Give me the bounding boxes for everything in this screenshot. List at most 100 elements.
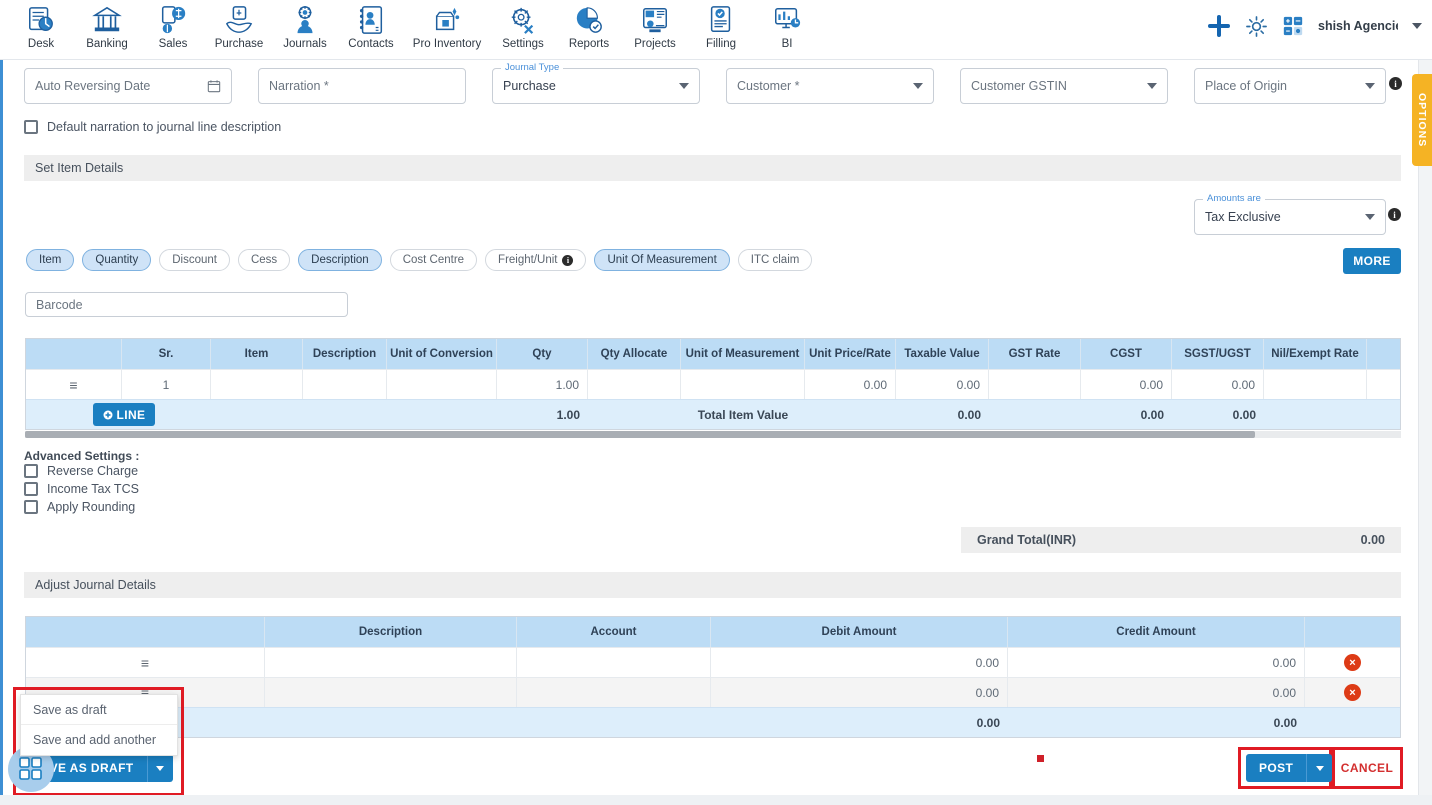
menu-item-label: Save and add another <box>33 733 157 747</box>
place-of-origin-info-icon[interactable]: i <box>1389 77 1402 90</box>
chevron-down-icon <box>1147 83 1157 89</box>
chip-freight-per-unit[interactable]: Freight/Unit i <box>485 249 587 271</box>
nav-item-journals[interactable]: Journals <box>272 0 338 50</box>
options-side-tab[interactable]: OPTIONS <box>1412 74 1432 166</box>
add-button[interactable] <box>1207 14 1231 38</box>
cell-debit[interactable]: 0.00 <box>711 677 1008 707</box>
inventory-icon <box>435 7 460 31</box>
income-tax-tcs-checkbox[interactable] <box>24 482 38 496</box>
barcode-input[interactable]: Barcode <box>25 292 348 317</box>
chevron-down-icon <box>1365 83 1375 89</box>
apply-rounding-row[interactable]: Apply Rounding <box>24 500 135 514</box>
cell-account[interactable] <box>517 677 711 707</box>
nav-item-desk[interactable]: Desk <box>8 0 74 50</box>
chip-unit-of-measurement[interactable]: Unit Of Measurement <box>594 249 730 271</box>
place-of-origin-select[interactable]: Place of Origin <box>1194 68 1386 104</box>
more-button[interactable]: MORE <box>1343 248 1401 274</box>
cell-item[interactable] <box>211 369 303 399</box>
chip-description[interactable]: Description <box>298 249 382 271</box>
default-narration-checkbox[interactable] <box>24 120 38 134</box>
remove-row-button[interactable]: × <box>1344 654 1361 671</box>
cell-description[interactable] <box>303 369 387 399</box>
settings-icon <box>511 7 534 34</box>
item-table-row[interactable]: ≡ 1 1.00 0.00 0.00 0.00 0.00 <box>26 369 1400 399</box>
cell-qty[interactable]: 1.00 <box>497 369 588 399</box>
chip-itc-claim[interactable]: ITC claim <box>737 249 813 271</box>
journal-col-account: Account <box>517 617 711 647</box>
cell-description[interactable] <box>265 677 517 707</box>
nav-item-bi[interactable]: BI <box>754 0 820 50</box>
income-tax-tcs-row[interactable]: Income Tax TCS <box>24 482 139 496</box>
customer-gstin-select[interactable]: Customer GSTIN <box>960 68 1168 104</box>
chip-quantity[interactable]: Quantity <box>82 249 152 271</box>
calendar-icon[interactable] <box>207 79 221 93</box>
apply-rounding-label: Apply Rounding <box>47 500 136 514</box>
nav-item-pro-inventory[interactable]: Pro Inventory <box>404 0 490 50</box>
reverse-charge-checkbox[interactable] <box>24 464 38 478</box>
nav-item-filling[interactable]: Filling <box>688 0 754 50</box>
remove-row-button[interactable]: × <box>1344 684 1361 701</box>
nav-item-contacts[interactable]: Contacts <box>338 0 404 50</box>
cell-unit-of-measurement[interactable] <box>681 369 805 399</box>
journal-type-value: Purchase <box>503 79 556 93</box>
item-table-footer-row: LINE 1.00 Total Item Value 0.00 0.00 0.0… <box>26 399 1400 429</box>
cell-gst-rate[interactable] <box>989 369 1081 399</box>
freight-info-icon[interactable]: i <box>562 254 574 266</box>
journal-table-row[interactable]: ≡ 0.00 0.00 × <box>26 677 1400 707</box>
chip-cess[interactable]: Cess <box>237 249 291 271</box>
menu-item-save-and-add-another[interactable]: Save and add another <box>21 725 177 755</box>
cell-description[interactable] <box>265 647 517 677</box>
auto-reversing-date-field[interactable]: Auto Reversing Date <box>24 68 232 104</box>
nav-item-reports[interactable]: Reports <box>556 0 622 50</box>
income-tax-tcs-label: Income Tax TCS <box>47 482 139 496</box>
customer-select[interactable]: Customer * <box>726 68 934 104</box>
cell-debit[interactable]: 0.00 <box>711 647 1008 677</box>
post-button[interactable]: POST <box>1246 754 1307 782</box>
menu-item-save-as-draft[interactable]: Save as draft <box>21 695 177 725</box>
apply-rounding-checkbox[interactable] <box>24 500 38 514</box>
company-name[interactable]: shish Agencie <box>1318 19 1398 33</box>
row-drag-handle[interactable]: ≡ <box>69 377 77 393</box>
cell-unit-of-conversion[interactable] <box>387 369 497 399</box>
settings-button[interactable] <box>1245 15 1268 38</box>
nav-item-settings[interactable]: Settings <box>490 0 556 50</box>
default-narration-checkbox-row[interactable]: Default narration to journal line descri… <box>24 120 281 134</box>
journal-type-legend: Journal Type <box>501 62 564 73</box>
cell-credit[interactable]: 0.00 <box>1008 647 1305 677</box>
amounts-are-info-icon[interactable]: i <box>1388 208 1401 221</box>
cell-qty-allocate[interactable] <box>588 369 681 399</box>
item-col-unit-of-conversion: Unit of Conversion <box>387 339 497 369</box>
journal-table-row[interactable]: ≡ 0.00 0.00 × <box>26 647 1400 677</box>
chevron-down-icon <box>156 765 165 771</box>
row-drag-handle[interactable]: ≡ <box>141 655 149 671</box>
chevron-down-icon[interactable] <box>1412 23 1422 29</box>
nav-item-projects[interactable]: Projects <box>622 0 688 50</box>
add-line-button[interactable]: LINE <box>93 403 155 426</box>
cell-nil-exempt-rate[interactable] <box>1264 369 1367 399</box>
cell-credit[interactable]: 0.00 <box>1008 677 1305 707</box>
save-as-draft-dropdown-toggle[interactable] <box>146 754 173 782</box>
nav-item-label: Pro Inventory <box>412 38 482 50</box>
chip-item[interactable]: Item <box>26 249 75 271</box>
chip-cost-centre[interactable]: Cost Centre <box>389 249 478 271</box>
nav-item-banking[interactable]: Banking <box>74 0 140 50</box>
cell-account[interactable] <box>517 647 711 677</box>
narration-placeholder: Narration * <box>269 79 329 93</box>
chip-label: Description <box>311 254 369 266</box>
grand-total-bar: Grand Total(INR) 0.00 <box>961 527 1401 553</box>
nav-item-purchase[interactable]: Purchase <box>206 0 272 50</box>
journal-type-select[interactable]: Journal Type Purchase <box>492 62 700 104</box>
item-col-unit-of-measurement: Unit of Measurement <box>681 339 805 369</box>
post-dropdown-toggle[interactable] <box>1306 754 1333 782</box>
item-table-scrollbar[interactable] <box>25 431 1255 438</box>
calculator-button[interactable] <box>1282 15 1304 37</box>
amounts-are-select[interactable]: Amounts are Tax Exclusive <box>1194 193 1386 235</box>
cell-sr: 1 <box>122 369 211 399</box>
chip-discount[interactable]: Discount <box>159 249 230 271</box>
narration-field[interactable]: Narration * <box>258 68 466 104</box>
reverse-charge-row[interactable]: Reverse Charge <box>24 464 138 478</box>
chip-label: Freight/Unit <box>498 254 558 266</box>
nav-item-sales[interactable]: Sales <box>140 0 206 50</box>
purchase-icon <box>225 6 253 33</box>
cell-unit-price-rate[interactable]: 0.00 <box>805 369 896 399</box>
